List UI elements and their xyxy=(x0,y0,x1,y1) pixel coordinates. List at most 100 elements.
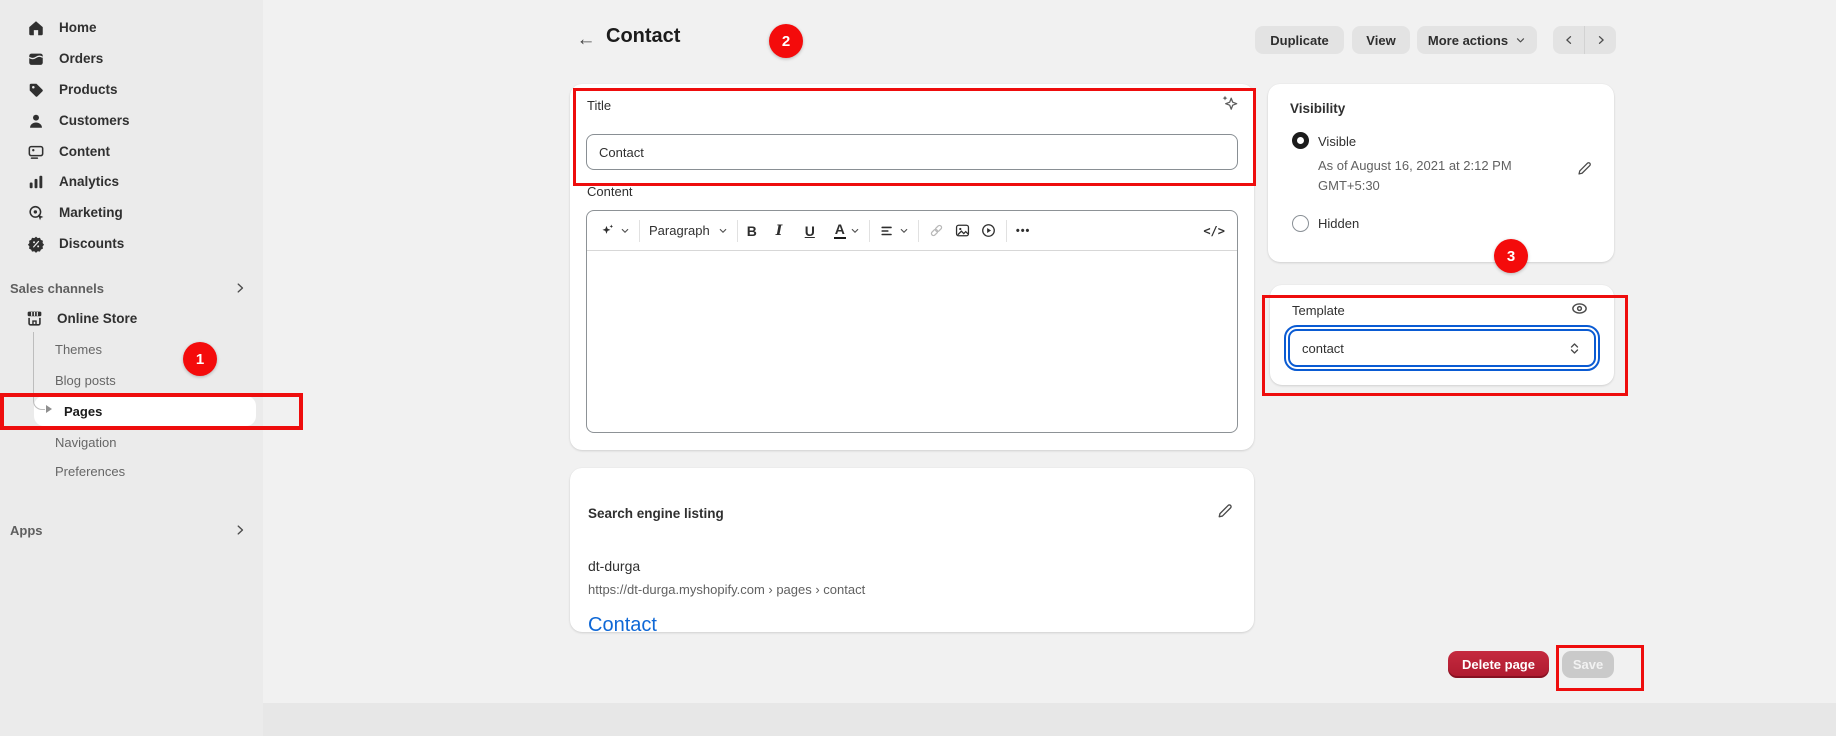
home-icon xyxy=(27,19,45,37)
content-field-label: Content xyxy=(587,184,633,199)
sidebar-item-label: Home xyxy=(59,20,97,35)
template-card: Template contact xyxy=(1270,285,1614,385)
search-engine-listing-card: Search engine listing dt-durga https://d… xyxy=(570,468,1254,632)
seo-site-name: dt-durga xyxy=(588,558,640,574)
alignment-dropdown[interactable] xyxy=(879,223,909,239)
view-button[interactable]: View xyxy=(1352,26,1410,54)
editor-toolbar: Paragraph B I U A xyxy=(587,211,1237,251)
sidebar-item-analytics[interactable]: Analytics xyxy=(0,166,263,197)
sidebar-item-label: Analytics xyxy=(59,174,119,189)
chevron-right-icon xyxy=(1595,34,1607,46)
chevron-down-icon xyxy=(620,226,630,236)
eye-preview-icon[interactable] xyxy=(1570,299,1589,318)
hidden-radio[interactable] xyxy=(1292,215,1309,232)
more-actions-button[interactable]: More actions xyxy=(1417,26,1537,54)
products-icon xyxy=(27,81,45,99)
sidebar-item-label: Products xyxy=(59,82,118,97)
sidebar-item-pages[interactable]: Pages xyxy=(34,396,256,426)
customers-icon xyxy=(27,112,45,130)
insert-image-button[interactable] xyxy=(954,222,971,239)
visibility-card: Visibility Visible As of August 16, 2021… xyxy=(1268,84,1614,262)
link-button[interactable] xyxy=(928,222,945,239)
template-heading: Template xyxy=(1292,303,1345,318)
sidebar-item-preferences[interactable]: Preferences xyxy=(55,456,125,486)
sidebar-item-customers[interactable]: Customers xyxy=(0,105,263,136)
divider xyxy=(639,220,640,242)
pagination-group xyxy=(1553,26,1616,54)
seo-breadcrumb-url: https://dt-durga.myshopify.com › pages ›… xyxy=(588,582,865,597)
previous-page-button[interactable] xyxy=(1553,26,1584,54)
chevron-right-icon xyxy=(233,523,247,537)
chevron-down-icon xyxy=(850,226,860,236)
sidebar-section-apps[interactable]: Apps xyxy=(0,515,263,545)
sidebar-item-navigation[interactable]: Navigation xyxy=(55,427,116,457)
sidebar-item-home[interactable]: Home xyxy=(0,12,263,43)
divider xyxy=(1006,220,1007,242)
online-store-label: Online Store xyxy=(57,311,137,326)
sidebar: Home Orders Products Customers Content A… xyxy=(0,0,263,736)
title-field-label: Title xyxy=(587,98,611,113)
sidebar-item-label: Orders xyxy=(59,51,103,66)
sidebar-item-marketing[interactable]: Marketing xyxy=(0,197,263,228)
hidden-label: Hidden xyxy=(1318,216,1359,231)
title-input[interactable] xyxy=(586,134,1238,170)
orders-icon xyxy=(27,50,45,68)
back-button[interactable]: ← xyxy=(573,27,599,53)
sidebar-item-themes[interactable]: Themes xyxy=(55,334,102,364)
paragraph-style-dropdown[interactable]: Paragraph xyxy=(649,223,728,238)
more-tools-button[interactable]: ••• xyxy=(1016,225,1031,237)
content-textarea[interactable] xyxy=(587,251,1237,433)
ai-assist-dropdown[interactable] xyxy=(599,222,630,239)
edit-pencil-icon[interactable] xyxy=(1576,160,1593,177)
page-title: Contact xyxy=(606,25,680,48)
divider xyxy=(869,220,870,242)
bold-button[interactable]: B xyxy=(747,223,767,239)
seo-title-link[interactable]: Contact xyxy=(588,614,657,637)
annotation-badge-2: 2 xyxy=(769,24,803,58)
chevron-right-icon xyxy=(233,281,247,295)
page-bottom-edge xyxy=(263,703,1836,736)
sidebar-item-discounts[interactable]: Discounts xyxy=(0,228,263,259)
italic-button[interactable]: I xyxy=(776,223,796,239)
edit-pencil-icon[interactable] xyxy=(1216,502,1234,520)
divider xyxy=(737,220,738,242)
duplicate-button[interactable]: Duplicate xyxy=(1255,26,1344,54)
visible-radio[interactable] xyxy=(1292,132,1309,149)
sidebar-item-online-store[interactable]: Online Store xyxy=(0,303,263,333)
template-select[interactable]: contact xyxy=(1288,329,1596,367)
link-icon xyxy=(928,222,945,239)
sidebar-item-blog-posts[interactable]: Blog posts xyxy=(55,365,116,395)
chevron-down-icon xyxy=(899,226,909,236)
image-icon xyxy=(954,222,971,239)
sidebar-item-products[interactable]: Products xyxy=(0,74,263,105)
sparkle-ai-icon[interactable] xyxy=(1220,94,1240,114)
underline-button[interactable]: U xyxy=(805,223,825,239)
play-circle-icon xyxy=(980,222,997,239)
shopify-admin-screen: Home Orders Products Customers Content A… xyxy=(0,0,1836,736)
page-editor-card: Title Content Paragraph B I U xyxy=(570,84,1254,450)
sidebar-item-label: Content xyxy=(59,144,110,159)
online-store-icon xyxy=(25,309,44,328)
content-icon xyxy=(27,143,45,161)
divider xyxy=(918,220,919,242)
sidebar-item-label: Marketing xyxy=(59,205,123,220)
marketing-icon xyxy=(27,204,45,222)
save-button[interactable]: Save xyxy=(1562,651,1614,678)
align-left-icon xyxy=(879,223,895,239)
select-updown-icon xyxy=(1567,341,1582,356)
delete-page-button[interactable]: Delete page xyxy=(1448,651,1549,678)
next-page-button[interactable] xyxy=(1585,26,1616,54)
sidebar-item-label: Customers xyxy=(59,113,130,128)
template-selected-value: contact xyxy=(1302,341,1344,356)
discounts-icon xyxy=(27,235,45,253)
insert-video-button[interactable] xyxy=(980,222,997,239)
sidebar-item-content[interactable]: Content xyxy=(0,136,263,167)
sparkle-icon xyxy=(599,222,616,239)
chevron-down-icon xyxy=(718,226,728,236)
sidebar-item-orders[interactable]: Orders xyxy=(0,43,263,74)
chevron-down-icon xyxy=(1515,35,1526,46)
pages-label: Pages xyxy=(64,404,102,419)
text-color-dropdown[interactable]: A xyxy=(834,222,860,239)
sidebar-section-sales-channels[interactable]: Sales channels xyxy=(0,273,263,303)
code-view-button[interactable]: </> xyxy=(1203,224,1225,238)
